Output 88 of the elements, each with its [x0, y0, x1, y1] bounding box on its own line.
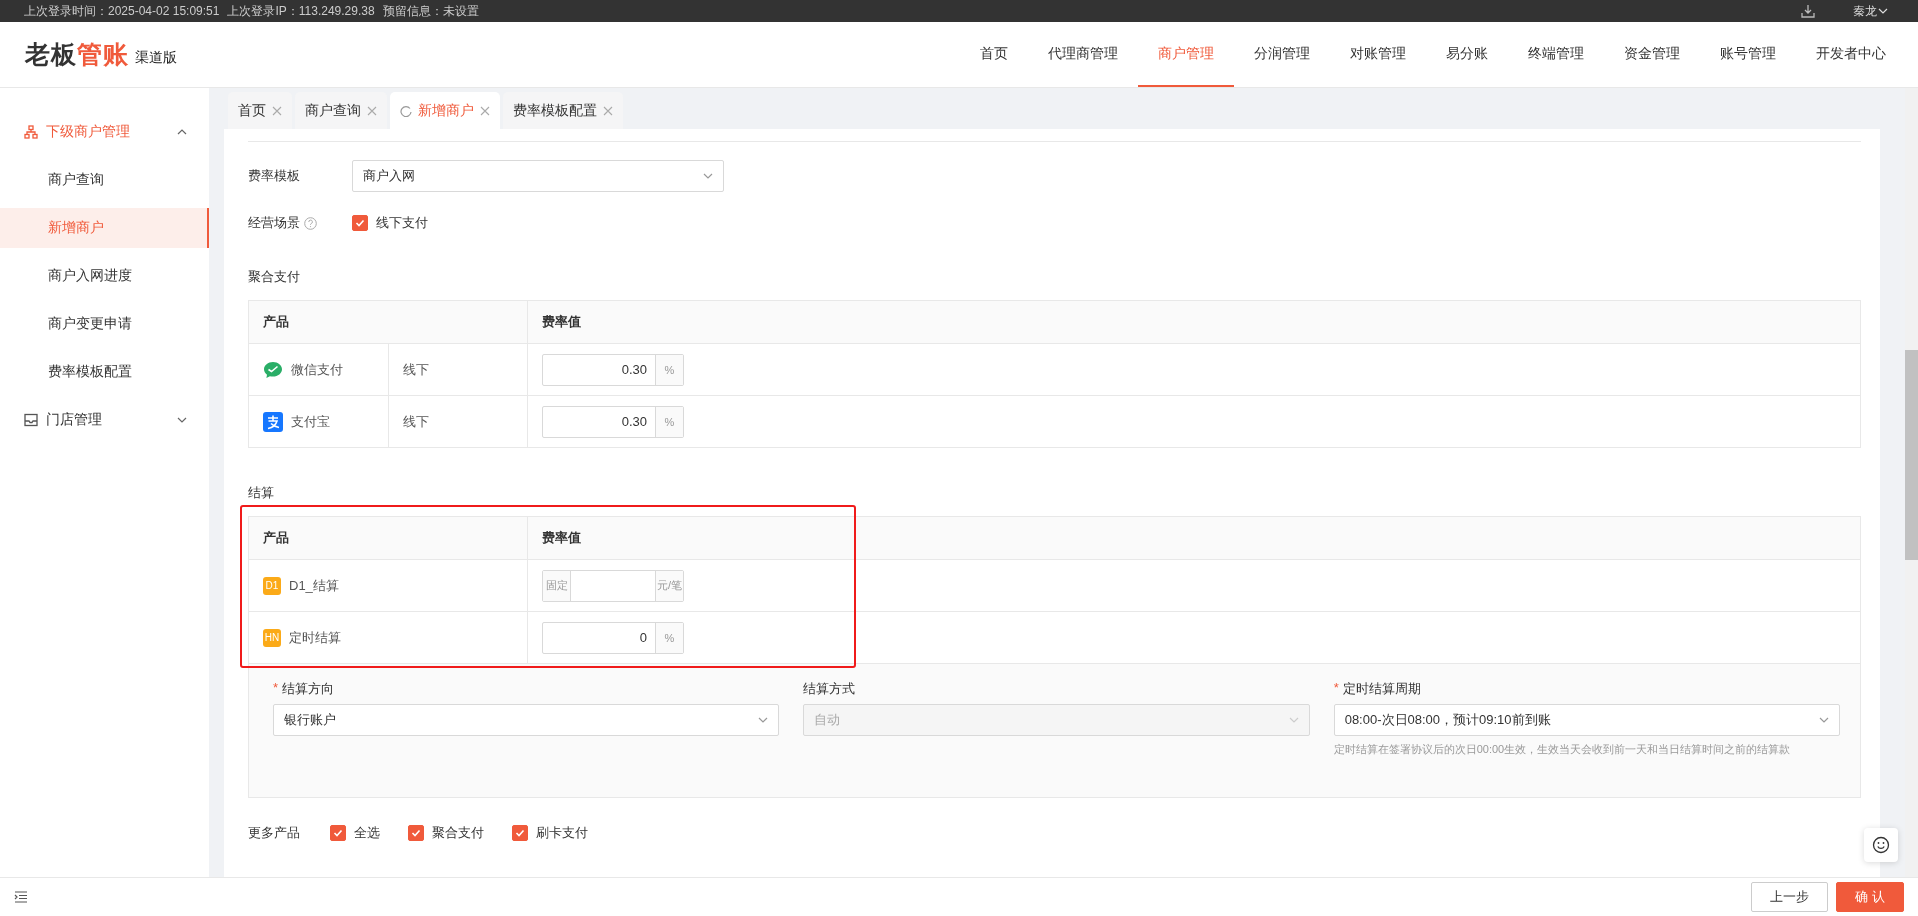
smiley-icon [1872, 836, 1890, 854]
logo-wordmark: 老板管账 [25, 39, 129, 70]
product-name: 支付宝 [291, 412, 330, 431]
settlement-select[interactable]: 08:00-次日08:00，预计09:10前到账 [1333, 704, 1840, 736]
checkbox-option[interactable]: 刷卡支付 [512, 824, 588, 842]
product-badge: HN [263, 628, 281, 647]
column-header: 费率值 [542, 529, 581, 547]
nav-item[interactable]: 终端管理 [1508, 22, 1604, 87]
field-label: * 定时结算周期 [1333, 680, 1422, 698]
checkbox-option[interactable]: 聚合支付 [408, 824, 484, 842]
sidebar-item[interactable]: 商户查询 [0, 160, 209, 200]
checkbox[interactable] [408, 825, 424, 841]
product-name: D1_结算 [289, 576, 339, 595]
login-ip-text: 上次登录IP：113.249.29.38 [227, 2, 375, 20]
checkbox[interactable] [330, 825, 346, 841]
column-header: 费率值 [542, 313, 581, 331]
column-header: 产品 [263, 313, 289, 331]
nav-item[interactable]: 易分账 [1426, 22, 1508, 87]
help-text: 定时结算在签署协议后的次日00:00生效，生效当天会收到前一天和当日结算时间之前的结算款 [1333, 742, 1792, 757]
field-label: 经营场景 [248, 214, 300, 232]
edition-label: 渠道版 [135, 48, 177, 67]
nav-item[interactable]: 对账管理 [1330, 22, 1426, 87]
user-menu[interactable]: 秦龙 [1853, 2, 1888, 20]
close-icon[interactable] [272, 105, 282, 116]
pay-logo-icon [263, 411, 283, 432]
tab[interactable]: 首页 [228, 92, 292, 129]
tray-icon [24, 413, 38, 427]
chevron-icon [177, 127, 187, 137]
back-button[interactable]: 上一步 [1751, 882, 1829, 912]
nav-item[interactable]: 首页 [960, 22, 1028, 87]
sidebar-group[interactable]: 下级商户管理 [0, 112, 209, 152]
caret-icon [1878, 6, 1888, 16]
nav-item[interactable]: 开发者中心 [1796, 22, 1906, 87]
check-icon [515, 828, 525, 838]
chevron-icon [177, 415, 187, 425]
checkbox[interactable] [352, 215, 368, 231]
product-badge: D1 [263, 576, 281, 595]
menu-fold-icon[interactable] [14, 891, 28, 903]
checkbox-option[interactable]: 全选 [330, 824, 380, 842]
rate-input[interactable]: 0.30 % [542, 405, 684, 438]
template-select[interactable]: 商户入网 [352, 160, 724, 192]
scrollbar-thumb[interactable] [1905, 350, 1918, 560]
checkbox[interactable] [512, 825, 528, 841]
product-name: 定时结算 [289, 628, 341, 647]
sidebar-item[interactable]: 费率模板配置 [0, 352, 209, 392]
section-title: 聚合支付 [248, 268, 301, 286]
sidebar-item[interactable]: 商户变更申请 [0, 304, 209, 344]
check-icon [333, 828, 343, 838]
close-icon[interactable] [480, 105, 490, 116]
chevron-icon [703, 171, 713, 181]
nav-item[interactable]: 资金管理 [1604, 22, 1700, 87]
help-icon[interactable] [304, 216, 317, 230]
nav-item[interactable]: 账号管理 [1700, 22, 1796, 87]
hierarchy-icon [24, 125, 38, 139]
field-label: * 结算方向 [273, 680, 336, 698]
field-label: 费率模板 [248, 167, 301, 185]
scene-text: 线下 [403, 412, 429, 431]
refresh-icon[interactable] [400, 104, 412, 117]
close-icon[interactable] [603, 105, 613, 116]
tab[interactable]: 费率模板配置 [503, 92, 623, 129]
chevron-icon [758, 715, 769, 725]
login-time-text: 上次登录时间：2025-04-02 15:09:51 [24, 2, 220, 20]
check-icon [355, 218, 365, 228]
chat-bubble-icon [263, 360, 283, 379]
field-label: 更多产品 [248, 824, 301, 842]
rate-input[interactable]: 0.30 % [542, 353, 684, 386]
sidebar-group[interactable]: 门店管理 [0, 400, 209, 440]
close-icon[interactable] [367, 105, 377, 116]
section-title: 结算 [248, 484, 275, 502]
reserved-info-text: 预留信息：未设置 [382, 2, 479, 20]
nav-item[interactable]: 代理商管理 [1028, 22, 1138, 87]
rate-input[interactable]: 0 % [542, 621, 684, 654]
download-icon[interactable] [1801, 4, 1815, 18]
settlement-select[interactable]: 银行账户 [273, 704, 780, 736]
tab[interactable]: 商户查询 [295, 92, 387, 129]
feedback-button[interactable] [1864, 828, 1898, 862]
scene-text: 线下 [403, 360, 429, 379]
check-icon [411, 828, 421, 838]
product-name: 微信支付 [291, 360, 343, 379]
chevron-icon [1819, 715, 1829, 725]
scrollbar[interactable] [1905, 88, 1918, 877]
sidebar-item[interactable]: 商户入网进度 [0, 256, 209, 296]
column-header: 产品 [263, 529, 289, 547]
field-label: 结算方式 [803, 680, 857, 698]
nav-item[interactable]: 分润管理 [1234, 22, 1330, 87]
chevron-icon [1288, 715, 1299, 725]
checkbox-option[interactable]: 线下支付 [352, 214, 428, 232]
tab[interactable]: 新增商户 [390, 92, 500, 129]
